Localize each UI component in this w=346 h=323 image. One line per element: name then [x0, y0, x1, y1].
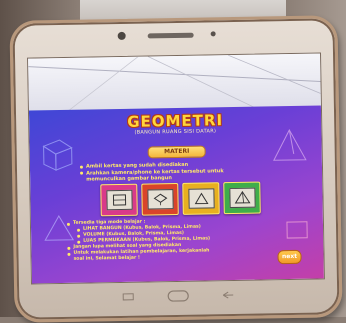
menu-key-icon[interactable]: [121, 292, 135, 302]
bullet-icon: [77, 240, 80, 243]
cube-marker-icon: [106, 190, 132, 210]
bullet-icon: [77, 234, 80, 237]
box-decoration-icon: [283, 216, 314, 247]
marker-card-3[interactable]: [182, 182, 220, 215]
marker-card-2[interactable]: [141, 183, 179, 216]
marker-cards: [100, 182, 261, 217]
learning-modes: Tersedia tiga mode belajar : LIHAT BANGU…: [67, 217, 288, 263]
app-logo: GEOMETRI (BANGUN RUANG SISI DATAR): [125, 111, 225, 141]
phone-navigation-keys: [17, 286, 339, 306]
proximity-sensor: [211, 31, 216, 36]
instruction-list: Ambil kertas yang sudah disediakan Arahk…: [80, 160, 280, 183]
bullet-icon: [67, 252, 70, 255]
bullet-icon: [67, 246, 70, 249]
smartphone: GEOMETRI (BANGUN RUANG SISI DATAR) MATER…: [9, 15, 342, 323]
next-button[interactable]: next: [277, 250, 301, 264]
front-camera: [118, 32, 126, 40]
back-key-icon[interactable]: [221, 290, 235, 300]
home-key-icon[interactable]: [167, 289, 189, 303]
bullet-icon: [67, 222, 70, 225]
materi-button[interactable]: MATERI: [148, 145, 206, 158]
pyramid-marker-icon: [229, 188, 255, 208]
box-marker-icon: [147, 189, 173, 209]
prism-marker-icon: [188, 188, 214, 208]
phone-screen: GEOMETRI (BANGUN RUANG SISI DATAR) MATER…: [27, 52, 325, 284]
bullet-icon: [77, 228, 80, 231]
bullet-icon: [80, 165, 83, 168]
cube-decoration-icon: [35, 134, 76, 175]
earpiece-speaker: [148, 33, 194, 39]
marker-card-4[interactable]: [223, 182, 261, 215]
note-text: soal ini, Selamat belajar !: [74, 256, 141, 263]
bullet-icon: [80, 172, 83, 175]
app-subtitle: (BANGUN RUANG SISI DATAR): [125, 128, 225, 136]
marker-card-1[interactable]: [100, 184, 138, 217]
